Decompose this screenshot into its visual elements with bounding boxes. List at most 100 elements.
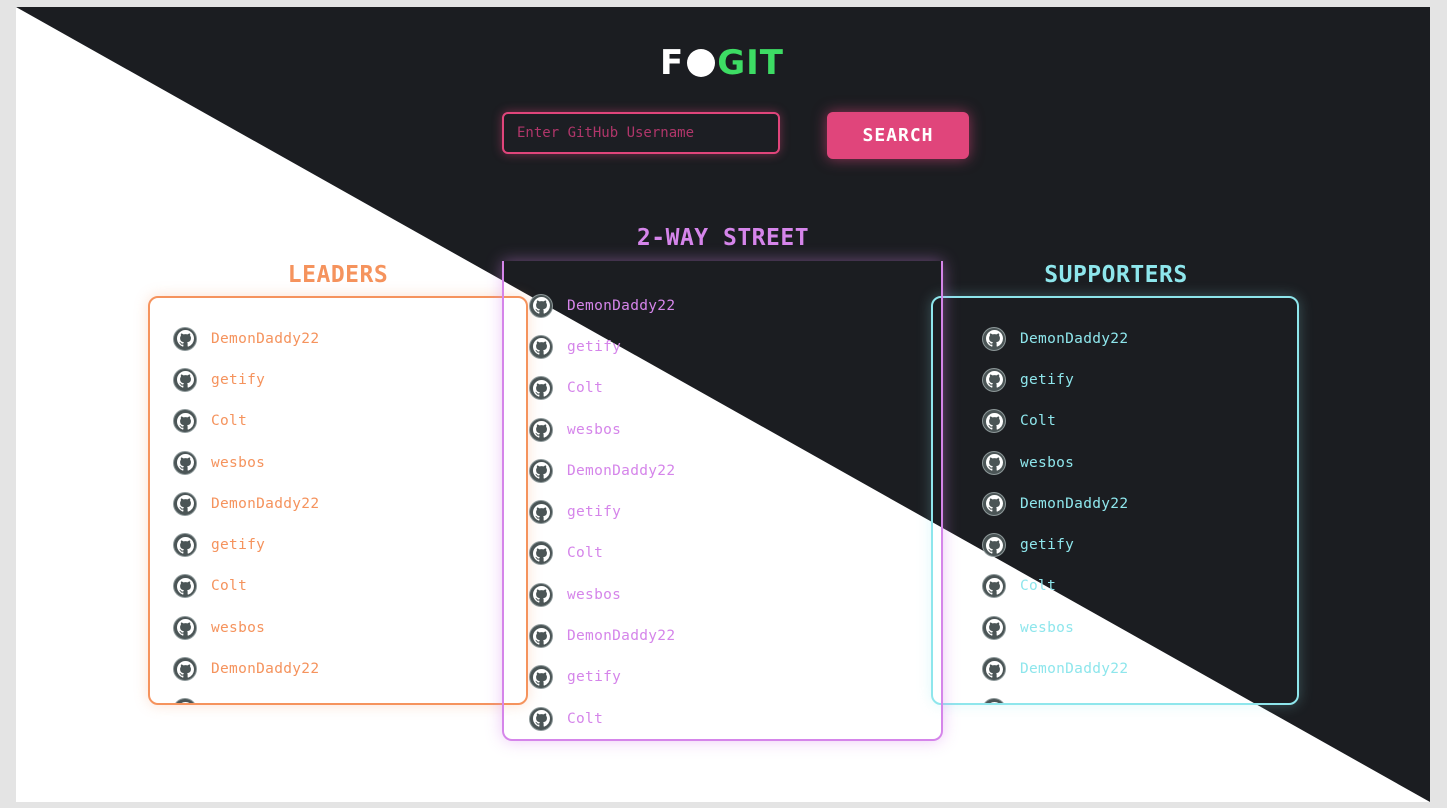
user-list-item[interactable]: wesbos — [174, 607, 526, 648]
user-list-item[interactable]: wesbos — [174, 442, 526, 483]
logo-circle-o — [687, 49, 716, 77]
username-label: Colt — [567, 545, 604, 562]
user-list-item[interactable]: DemonDaddy22 — [530, 450, 941, 491]
github-avatar-icon — [530, 625, 552, 648]
user-list-item[interactable]: DemonDaddy22 — [174, 648, 526, 689]
github-avatar-icon — [983, 699, 1005, 703]
github-avatar-icon — [983, 575, 1005, 598]
github-avatar-icon — [983, 410, 1005, 433]
github-avatar-icon — [174, 410, 196, 433]
leaders-panel[interactable]: DemonDaddy22 getify Colt wesbos DemonDaddy22… — [148, 296, 528, 705]
fogit-logo: F GIT — [660, 43, 784, 83]
user-list-item[interactable]: wesbos — [983, 607, 1297, 648]
username-label: Colt — [211, 578, 248, 595]
user-list-item[interactable]: Colt — [174, 566, 526, 607]
username-label: wesbos — [1020, 619, 1075, 636]
github-avatar-icon — [983, 658, 1005, 681]
user-list-item[interactable]: Colt — [530, 698, 941, 739]
username-label: DemonDaddy22 — [211, 495, 320, 512]
user-list-item[interactable]: getify — [983, 359, 1297, 400]
username-label: Colt — [567, 710, 604, 727]
github-avatar-icon — [983, 368, 1005, 391]
github-avatar-icon — [174, 492, 196, 515]
github-avatar-icon — [174, 616, 196, 639]
logo-text-git: GIT — [717, 43, 784, 83]
username-label: DemonDaddy22 — [567, 628, 676, 645]
username-label: DemonDaddy22 — [211, 330, 320, 347]
logo-letter-f: F — [660, 43, 685, 83]
user-list-item[interactable]: Colt — [983, 401, 1297, 442]
github-avatar-icon — [983, 492, 1005, 515]
user-list-item[interactable]: wesbos — [530, 574, 941, 615]
github-avatar-icon — [530, 666, 552, 689]
user-list-item[interactable]: DemonDaddy22 — [174, 318, 526, 359]
username-label: getify — [1020, 371, 1075, 388]
github-avatar-icon — [983, 534, 1005, 557]
supporters-panel[interactable]: DemonDaddy22 getify Colt wesbos DemonDaddy22… — [931, 296, 1299, 705]
username-label: getify — [211, 702, 265, 703]
user-list-item[interactable]: getify — [530, 657, 941, 698]
user-list-item[interactable]: getify — [530, 491, 941, 532]
user-list-item[interactable]: getify — [983, 690, 1297, 703]
two-way-street-title: 2-WAY STREET — [636, 225, 810, 251]
username-label: getify — [211, 537, 266, 554]
user-list-item[interactable]: getify — [983, 524, 1297, 565]
github-avatar-icon — [530, 459, 552, 482]
username-label: Colt — [1020, 413, 1057, 430]
github-avatar-icon — [530, 418, 552, 441]
supporters-list: DemonDaddy22 getify Colt wesbos DemonDaddy22… — [933, 298, 1297, 703]
username-label: getify — [1020, 702, 1074, 703]
github-avatar-icon — [174, 575, 196, 598]
username-label: DemonDaddy22 — [1020, 495, 1129, 512]
username-label: DemonDaddy22 — [567, 462, 676, 479]
username-label: wesbos — [567, 586, 622, 603]
user-list-item[interactable]: Colt — [530, 533, 941, 574]
github-avatar-icon — [174, 658, 196, 681]
user-list-item[interactable]: DemonDaddy22 — [983, 483, 1297, 524]
github-avatar-icon — [530, 501, 552, 524]
user-list-item[interactable]: DemonDaddy22 — [530, 285, 941, 326]
username-label: DemonDaddy22 — [567, 297, 676, 314]
github-avatar-icon — [174, 451, 196, 474]
github-avatar-icon — [174, 368, 196, 391]
username-label: getify — [567, 669, 622, 686]
username-label: DemonDaddy22 — [1020, 330, 1129, 347]
github-avatar-icon — [174, 327, 196, 350]
github-avatar-icon — [174, 534, 196, 557]
github-avatar-icon — [530, 377, 552, 400]
github-avatar-icon — [983, 616, 1005, 639]
github-avatar-icon — [983, 451, 1005, 474]
leaders-title: LEADERS — [287, 262, 389, 288]
username-label: wesbos — [211, 619, 266, 636]
username-label: wesbos — [567, 421, 622, 438]
user-list-item[interactable]: getify — [174, 524, 526, 565]
user-list-item[interactable]: DemonDaddy22 — [983, 648, 1297, 689]
github-avatar-icon — [983, 327, 1005, 350]
github-avatar-icon — [530, 294, 552, 317]
user-list-item[interactable]: wesbos — [983, 442, 1297, 483]
user-list-item[interactable]: DemonDaddy22 — [530, 615, 941, 656]
user-list-item[interactable]: Colt — [530, 368, 941, 409]
user-list-item[interactable]: getify — [530, 326, 941, 367]
github-avatar-icon — [530, 707, 552, 730]
username-label: getify — [567, 504, 622, 521]
github-avatar-icon — [530, 583, 552, 606]
user-list-item[interactable]: getify — [174, 690, 526, 703]
username-label: Colt — [211, 413, 248, 430]
search-button[interactable]: SEARCH — [827, 112, 969, 159]
user-list-item[interactable]: Colt — [174, 401, 526, 442]
user-list-item[interactable]: Colt — [983, 566, 1297, 607]
github-username-input[interactable] — [502, 112, 780, 154]
two-way-street-panel[interactable]: DemonDaddy22 getify Colt wesbos DemonDaddy22… — [502, 261, 943, 741]
user-list-item[interactable]: DemonDaddy22 — [983, 318, 1297, 359]
user-list-item[interactable]: DemonDaddy22 — [174, 483, 526, 524]
app-canvas: F GIT SEARCH LEADERS 2-WAY STREET SUPPOR… — [16, 7, 1430, 802]
user-list-item[interactable]: wesbos — [530, 409, 941, 450]
supporters-title: SUPPORTERS — [1044, 262, 1188, 288]
two-way-street-list: DemonDaddy22 getify Colt wesbos DemonDaddy22… — [504, 261, 941, 739]
username-label: getify — [567, 338, 622, 355]
username-label: DemonDaddy22 — [1020, 661, 1129, 678]
user-list-item[interactable]: getify — [174, 359, 526, 400]
github-avatar-icon — [174, 699, 196, 703]
username-label: wesbos — [1020, 454, 1075, 471]
